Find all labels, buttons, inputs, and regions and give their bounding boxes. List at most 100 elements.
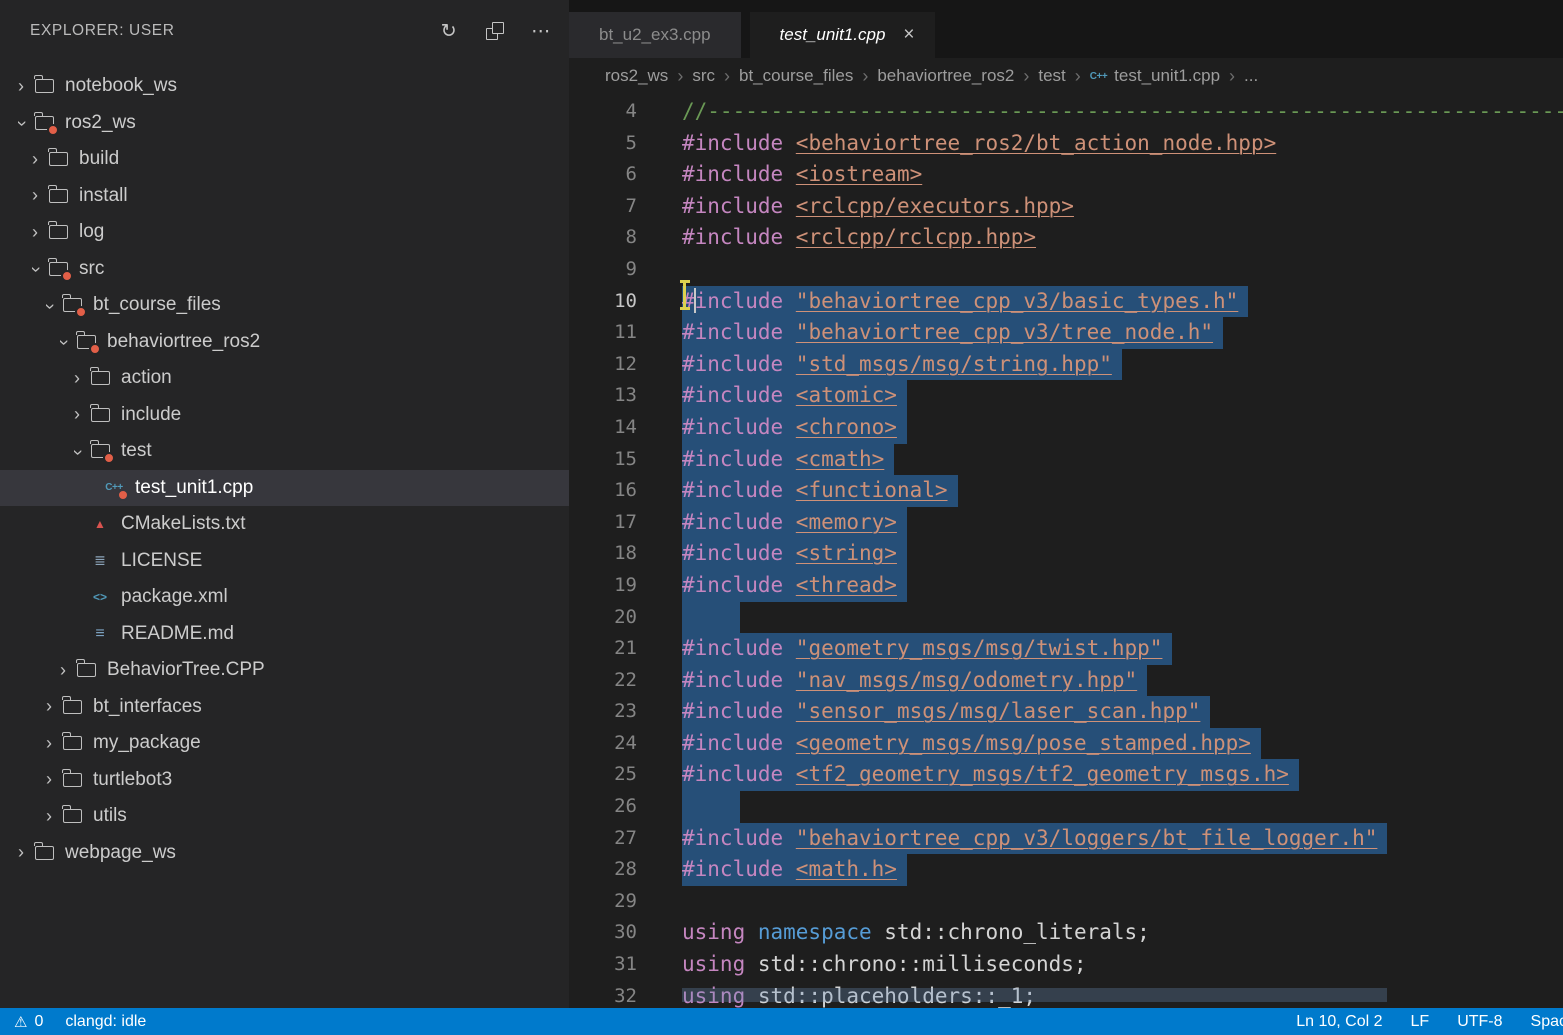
code-line[interactable]: 6#include <iostream> [569, 159, 1563, 191]
code-line[interactable]: 13#include <atomic> [569, 380, 1563, 412]
line-number[interactable]: 4 [569, 96, 637, 128]
code-line[interactable]: 30using namespace std::chrono_literals; [569, 917, 1563, 949]
tree-item-turtlebot3[interactable]: ›turtlebot3 [0, 762, 569, 799]
line-number[interactable]: 22 [569, 665, 637, 697]
line-number[interactable]: 24 [569, 728, 637, 760]
code-line[interactable]: 22#include "nav_msgs/msg/odometry.hpp" [569, 665, 1563, 697]
line-number[interactable]: 17 [569, 507, 637, 539]
tree-item-CMakeLists.txt[interactable]: ›▲CMakeLists.txt [0, 506, 569, 543]
line-number[interactable]: 18 [569, 538, 637, 570]
line-number[interactable]: 19 [569, 570, 637, 602]
breadcrumb-item-bt_course_files[interactable]: bt_course_files [739, 66, 853, 86]
code-line[interactable]: 19#include <thread> [569, 570, 1563, 602]
code-line[interactable]: 7#include <rclcpp/executors.hpp> [569, 191, 1563, 223]
line-number[interactable]: 13 [569, 380, 637, 412]
line-number[interactable]: 16 [569, 475, 637, 507]
line-number[interactable]: 12 [569, 349, 637, 381]
tree-item-BehaviorTree.CPP[interactable]: ›BehaviorTree.CPP [0, 652, 569, 689]
refresh-icon[interactable]: ↻ [439, 21, 459, 41]
code-line[interactable]: 31using std::chrono::milliseconds; [569, 949, 1563, 981]
encoding-indicator[interactable]: UTF-8 [1457, 1013, 1502, 1031]
code-line[interactable]: 18#include <string> [569, 538, 1563, 570]
open-editors-icon[interactable] [485, 21, 505, 41]
code-line[interactable]: 26 [569, 791, 1563, 823]
line-number[interactable]: 21 [569, 633, 637, 665]
tree-item-LICENSE[interactable]: ›≣LICENSE [0, 543, 569, 580]
code-line[interactable]: 8#include <rclcpp/rclcpp.hpp> [569, 222, 1563, 254]
code-editor[interactable]: 4//-------------------------------------… [569, 94, 1563, 1008]
code-line[interactable]: 27#include "behaviortree_cpp_v3/loggers/… [569, 823, 1563, 855]
tree-item-src[interactable]: ›src [0, 251, 569, 288]
code-line[interactable]: 29 [569, 886, 1563, 918]
code-line[interactable]: 16#include <functional> [569, 475, 1563, 507]
line-number[interactable]: 14 [569, 412, 637, 444]
tree-item-webpage_ws[interactable]: ›webpage_ws [0, 835, 569, 872]
breadcrumb-item-ros2_ws[interactable]: ros2_ws [605, 66, 668, 86]
cursor-position[interactable]: Ln 10, Col 2 [1296, 1013, 1382, 1031]
close-icon[interactable]: × [903, 24, 914, 46]
line-number[interactable]: 8 [569, 222, 637, 254]
problems-indicator[interactable]: ⚠ 0 [14, 1013, 43, 1031]
code-line[interactable]: 10#include "behaviortree_cpp_v3/basic_ty… [569, 286, 1563, 318]
line-number[interactable]: 11 [569, 317, 637, 349]
code-line[interactable]: 5#include <behaviortree_ros2/bt_action_n… [569, 128, 1563, 160]
tree-item-bt_course_files[interactable]: ›bt_course_files [0, 287, 569, 324]
tree-item-notebook_ws[interactable]: ›notebook_ws [0, 68, 569, 105]
tree-item-package.xml[interactable]: ›<>package.xml [0, 579, 569, 616]
tree-item-ros2_ws[interactable]: ›ros2_ws [0, 105, 569, 142]
line-number[interactable]: 31 [569, 949, 637, 981]
tree-item-test_unit1.cpp[interactable]: ›C++test_unit1.cpp [0, 470, 569, 507]
line-number[interactable]: 7 [569, 191, 637, 223]
line-number[interactable]: 10 [569, 286, 637, 318]
clangd-status[interactable]: clangd: idle [65, 1013, 146, 1031]
tree-item-build[interactable]: ›build [0, 141, 569, 178]
breadcrumb-item-behaviortree_ros2[interactable]: behaviortree_ros2 [877, 66, 1014, 86]
code-line[interactable]: 17#include <memory> [569, 507, 1563, 539]
code-line[interactable]: 21#include "geometry_msgs/msg/twist.hpp" [569, 633, 1563, 665]
line-number[interactable]: 20 [569, 602, 637, 634]
code-line[interactable]: 15#include <cmath> [569, 444, 1563, 476]
tree-item-README.md[interactable]: ›≡README.md [0, 616, 569, 653]
code-line[interactable]: 25#include <tf2_geometry_msgs/tf2_geomet… [569, 759, 1563, 791]
tree-item-install[interactable]: ›install [0, 178, 569, 215]
code-line[interactable]: 20 [569, 602, 1563, 634]
code-line[interactable]: 23#include "sensor_msgs/msg/laser_scan.h… [569, 696, 1563, 728]
tree-item-my_package[interactable]: ›my_package [0, 725, 569, 762]
tree-item-log[interactable]: ›log [0, 214, 569, 251]
line-number[interactable]: 26 [569, 791, 637, 823]
indent-indicator[interactable]: Spac [1531, 1013, 1563, 1031]
tree-item-utils[interactable]: ›utils [0, 798, 569, 835]
breadcrumb-item-test[interactable]: test [1038, 66, 1065, 86]
tab-bt_u2_ex3.cpp[interactable]: bt_u2_ex3.cpp [569, 12, 741, 58]
tree-item-test[interactable]: ›test [0, 433, 569, 470]
code-line[interactable]: 11#include "behaviortree_cpp_v3/tree_nod… [569, 317, 1563, 349]
code-line[interactable]: 24#include <geometry_msgs/msg/pose_stamp… [569, 728, 1563, 760]
tree-item-behaviortree_ros2[interactable]: ›behaviortree_ros2 [0, 324, 569, 361]
line-number[interactable]: 25 [569, 759, 637, 791]
tree-item-action[interactable]: ›action [0, 360, 569, 397]
line-number[interactable]: 23 [569, 696, 637, 728]
horizontal-scrollbar[interactable] [682, 988, 1387, 1002]
code-line[interactable]: 28#include <math.h> [569, 854, 1563, 886]
breadcrumb-item-src[interactable]: src [692, 66, 715, 86]
breadcrumb-item-test_unit1.cpp[interactable]: C++test_unit1.cpp [1090, 66, 1220, 86]
line-number[interactable]: 15 [569, 444, 637, 476]
tab-test_unit1.cpp[interactable]: test_unit1.cpp× [750, 12, 935, 58]
tree-item-bt_interfaces[interactable]: ›bt_interfaces [0, 689, 569, 726]
breadcrumb-overflow[interactable]: ... [1244, 66, 1258, 86]
code-line[interactable]: 4//-------------------------------------… [569, 96, 1563, 128]
code-line[interactable]: 9 [569, 254, 1563, 286]
line-number[interactable]: 5 [569, 128, 637, 160]
line-number[interactable]: 6 [569, 159, 637, 191]
eol-indicator[interactable]: LF [1411, 1013, 1430, 1031]
code-line[interactable]: 12#include "std_msgs/msg/string.hpp" [569, 349, 1563, 381]
line-number[interactable]: 9 [569, 254, 637, 286]
code-line[interactable]: 14#include <chrono> [569, 412, 1563, 444]
more-actions-icon[interactable]: ⋯ [531, 21, 551, 41]
line-number[interactable]: 28 [569, 854, 637, 886]
line-number[interactable]: 30 [569, 917, 637, 949]
line-number[interactable]: 27 [569, 823, 637, 855]
line-number[interactable]: 32 [569, 981, 637, 1008]
tree-item-include[interactable]: ›include [0, 397, 569, 434]
line-number[interactable]: 29 [569, 886, 637, 918]
